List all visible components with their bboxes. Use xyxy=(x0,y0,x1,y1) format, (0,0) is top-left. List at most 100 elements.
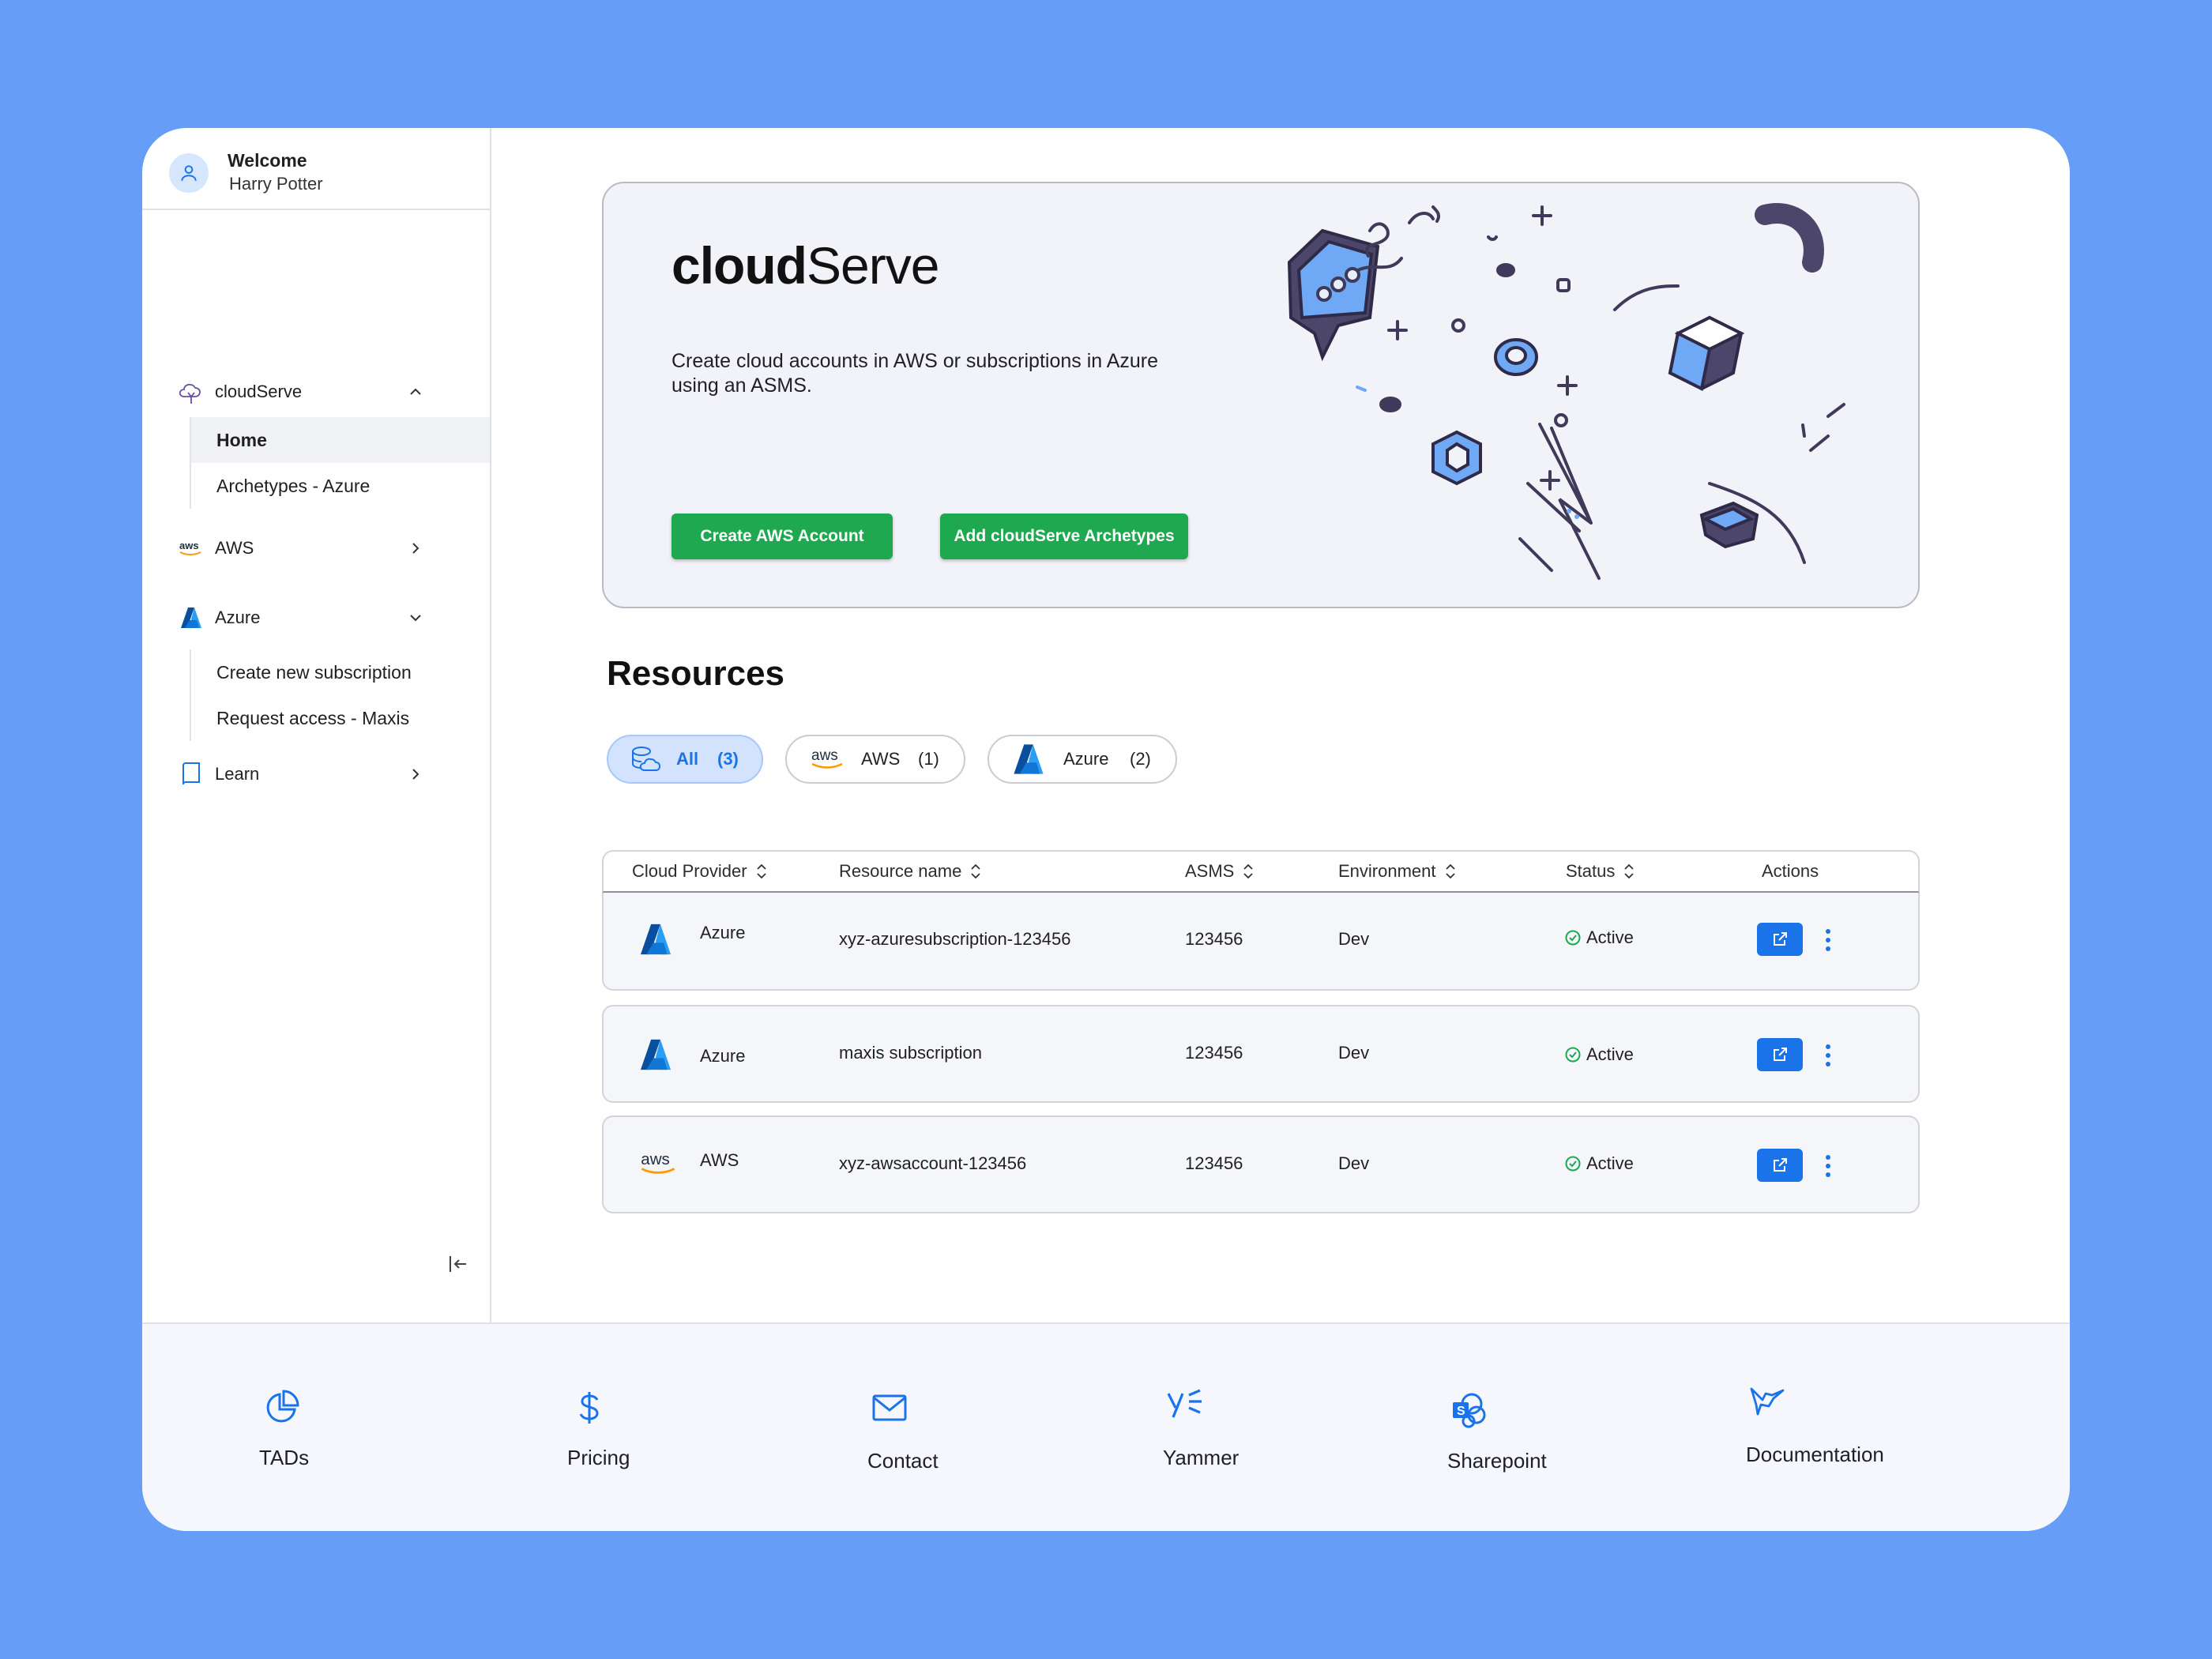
filter-chip-azure[interactable]: Azure (2) xyxy=(988,735,1177,784)
column-header-label: Status xyxy=(1566,861,1616,881)
add-archetypes-button[interactable]: Add cloudServe Archetypes xyxy=(940,514,1188,559)
hero-title-bold: cloud xyxy=(672,236,807,295)
sidebar-subitem-archetypes-azure[interactable]: Archetypes - Azure xyxy=(191,463,490,509)
footer-link-contact[interactable]: Contact xyxy=(867,1324,978,1531)
status-label: Active xyxy=(1586,1153,1634,1173)
chevron-down-icon[interactable] xyxy=(406,608,425,627)
column-header-resource-name[interactable]: Resource name xyxy=(839,852,982,891)
cloud-tree-icon xyxy=(177,378,205,406)
yammer-icon xyxy=(1163,1381,1207,1425)
column-header-environment[interactable]: Environment xyxy=(1338,852,1457,891)
resources-title: Resources xyxy=(607,654,785,693)
filter-chip-aws[interactable]: aws AWS (1) xyxy=(785,735,965,784)
column-header-label: Cloud Provider xyxy=(632,861,747,881)
sort-icon[interactable] xyxy=(755,863,768,880)
footer-link-yammer[interactable]: Yammer xyxy=(1163,1324,1273,1531)
sidebar-subitem-create-subscription[interactable]: Create new subscription xyxy=(191,649,490,695)
table-row[interactable]: Azure xyz-azuresubscription-123456 12345… xyxy=(602,893,1920,991)
footer-link-tads[interactable]: TADs xyxy=(259,1324,370,1531)
sort-icon[interactable] xyxy=(1242,863,1255,880)
external-link-icon xyxy=(1774,1048,1787,1061)
sidebar-item-azure[interactable]: Azure xyxy=(142,596,490,640)
collapse-sidebar-icon[interactable] xyxy=(446,1251,471,1277)
sidebar-subitem-request-access[interactable]: Request access - Maxis xyxy=(191,695,490,741)
user-name: Harry Potter xyxy=(229,174,323,194)
create-aws-account-button[interactable]: Create AWS Account xyxy=(672,514,893,559)
chevron-right-icon[interactable] xyxy=(406,765,425,784)
chevron-right-icon[interactable] xyxy=(406,539,425,558)
sort-icon[interactable] xyxy=(969,863,982,880)
open-external-button[interactable] xyxy=(1757,923,1803,956)
column-header-status[interactable]: Status xyxy=(1566,852,1635,891)
footer-link-label: Sharepoint xyxy=(1447,1449,1547,1473)
open-external-button[interactable] xyxy=(1757,1149,1803,1182)
more-options-icon[interactable] xyxy=(1820,1040,1836,1071)
chevron-up-icon[interactable] xyxy=(406,382,425,401)
user-profile[interactable]: Welcome Harry Potter xyxy=(142,128,490,210)
column-header-asms[interactable]: ASMS xyxy=(1185,852,1255,891)
main-content: cloudServe Create cloud accounts in AWS … xyxy=(493,128,2070,1322)
avatar xyxy=(169,153,209,193)
cell-asms: 123456 xyxy=(1185,929,1243,949)
sort-icon[interactable] xyxy=(1444,863,1457,880)
status-badge: Active xyxy=(1564,1153,1634,1174)
svg-text:aws: aws xyxy=(641,1150,670,1168)
footer-link-label: Yammer xyxy=(1163,1446,1240,1469)
table-row[interactable]: Azure maxis subscription 123456 Dev Acti… xyxy=(602,1005,1920,1103)
footer-link-label: Contact xyxy=(867,1449,939,1473)
column-header-actions: Actions xyxy=(1762,852,1819,891)
sidebar-subitem-label: Request access - Maxis xyxy=(216,707,410,728)
sidebar-subitem-home[interactable]: Home xyxy=(191,417,490,463)
more-options-icon[interactable] xyxy=(1820,1150,1836,1182)
column-header-cloud-provider[interactable]: Cloud Provider xyxy=(632,852,768,891)
filter-chip-label: All xyxy=(676,749,699,769)
svg-text:S: S xyxy=(1457,1405,1465,1418)
cell-environment: Dev xyxy=(1338,929,1370,949)
filter-chip-count: (1) xyxy=(918,749,939,769)
status-label: Active xyxy=(1586,1044,1634,1064)
sidebar-subitem-label: Home xyxy=(216,429,267,450)
cell-environment: Dev xyxy=(1338,1153,1370,1173)
hummingbird-icon xyxy=(1746,1379,1790,1424)
check-circle-icon xyxy=(1565,1047,1581,1063)
hero-description: Create cloud accounts in AWS or subscrip… xyxy=(672,350,1159,397)
dollar-icon xyxy=(567,1386,611,1430)
footer-link-label: Pricing xyxy=(567,1446,630,1469)
sort-icon[interactable] xyxy=(1623,863,1635,880)
table-row[interactable]: aws AWS xyz-awsaccount-123456 123456 Dev… xyxy=(602,1115,1920,1213)
mail-icon xyxy=(867,1386,912,1430)
svg-text:aws: aws xyxy=(811,747,838,764)
check-circle-icon xyxy=(1565,930,1581,946)
cell-provider: Azure xyxy=(700,923,746,942)
open-external-button[interactable] xyxy=(1757,1038,1803,1071)
more-options-icon[interactable] xyxy=(1820,924,1836,956)
status-label: Active xyxy=(1586,927,1634,947)
cell-asms: 123456 xyxy=(1185,1153,1243,1173)
sidebar-item-aws[interactable]: aws AWS xyxy=(142,526,490,570)
filter-chip-label: Azure xyxy=(1063,749,1109,769)
hero-banner: cloudServe Create cloud accounts in AWS … xyxy=(602,182,1920,608)
aws-logo-icon: aws xyxy=(638,1150,679,1181)
filter-chip-all[interactable]: All (3) xyxy=(607,735,763,784)
user-icon xyxy=(181,165,197,181)
cell-provider: AWS xyxy=(700,1150,739,1170)
sidebar: Welcome Harry Potter cloudServe Home Arc… xyxy=(142,128,491,1322)
azure-logo-icon xyxy=(177,604,205,632)
cloud-database-icon xyxy=(630,745,665,773)
footer-link-pricing[interactable]: Pricing xyxy=(567,1324,678,1531)
sidebar-subitem-label: Archetypes - Azure xyxy=(216,475,371,496)
footer-link-sharepoint[interactable]: S Sharepoint xyxy=(1447,1324,1589,1531)
book-icon xyxy=(177,760,205,788)
sidebar-item-label: Learn xyxy=(215,764,260,784)
footer-link-documentation[interactable]: Documentation xyxy=(1746,1324,1904,1531)
check-circle-icon xyxy=(1565,1156,1581,1172)
azure-logo-icon xyxy=(638,1038,673,1075)
cell-environment: Dev xyxy=(1338,1043,1370,1063)
sidebar-item-cloudserve[interactable]: cloudServe xyxy=(142,370,490,414)
svg-text:aws: aws xyxy=(179,540,199,551)
sidebar-item-learn[interactable]: Learn xyxy=(142,752,490,796)
filter-chip-label: AWS xyxy=(861,749,901,769)
column-header-label: Resource name xyxy=(839,861,962,881)
azure-logo-icon xyxy=(638,923,673,960)
table-header: Cloud Provider Resource name ASMS Enviro… xyxy=(602,850,1920,893)
